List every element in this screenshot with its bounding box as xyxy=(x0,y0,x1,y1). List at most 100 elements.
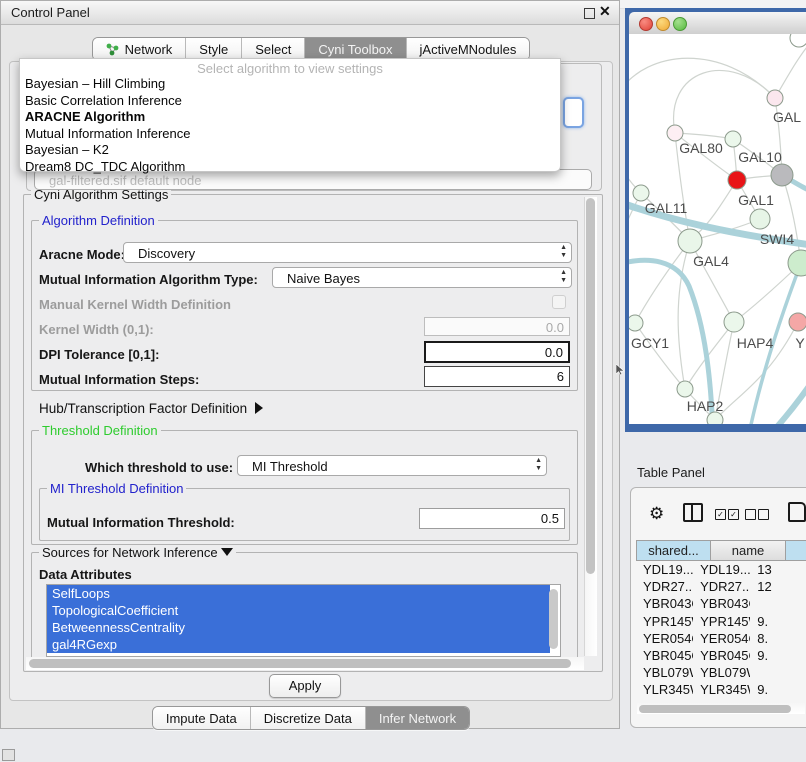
collapsed-panel-icon[interactable] xyxy=(2,749,15,761)
algorithm-combo-focus-fragment[interactable] xyxy=(563,97,584,128)
network-node[interactable] xyxy=(790,34,806,47)
tab-jactivemnodules[interactable]: jActiveMNodules xyxy=(407,38,530,60)
mi-threshold-field[interactable]: 0.5 xyxy=(419,508,565,529)
mi-type-combo[interactable]: Naive Bayes ▲▼ xyxy=(272,267,572,288)
network-edge xyxy=(674,70,775,133)
column-header-a[interactable]: A xyxy=(786,540,806,561)
algorithm-option[interactable]: ARACNE Algorithm xyxy=(20,109,560,126)
network-edge xyxy=(635,323,685,389)
tab-label: Select xyxy=(255,42,291,57)
tab-impute-data[interactable]: Impute Data xyxy=(153,707,251,729)
cyni-mode-tabs: Impute DataDiscretize DataInfer Network xyxy=(152,706,470,730)
close-traffic-light-icon[interactable] xyxy=(639,17,653,31)
network-node-gal10[interactable] xyxy=(725,131,741,147)
algorithm-option[interactable]: Dream8 DC_TDC Algorithm xyxy=(20,159,560,176)
table-horizontal-scrollbar[interactable] xyxy=(637,703,805,714)
table-cell: 9. xyxy=(750,681,806,698)
gear-icon[interactable]: ⚙ xyxy=(649,504,664,524)
which-threshold-combo[interactable]: MI Threshold ▲▼ xyxy=(237,455,547,476)
table-row[interactable]: YLR345WYLR345W9. xyxy=(636,681,806,698)
dpi-tolerance-field[interactable]: 0.0 xyxy=(424,341,570,363)
algorithm-option[interactable]: Bayesian – K2 xyxy=(20,142,560,159)
table-row[interactable]: YBR045CYBR045C9. xyxy=(636,647,806,664)
table-row[interactable]: YBL079WYBL079W xyxy=(636,664,806,681)
bottom-tab-wrap: Impute DataDiscretize DataInfer Network xyxy=(1,706,621,730)
table-cell: YBR045C xyxy=(693,647,750,664)
panel-horizontal-scrollbar[interactable] xyxy=(26,657,584,670)
attribute-item[interactable]: gal4RGexp xyxy=(47,636,550,653)
vertical-scroll-thumb[interactable] xyxy=(586,198,595,574)
network-node-gal1[interactable] xyxy=(728,171,746,189)
network-node[interactable] xyxy=(771,164,793,186)
collapse-down-icon xyxy=(221,548,233,556)
tab-network[interactable]: Network xyxy=(93,38,187,60)
algorithm-option[interactable]: Bayesian – Hill Climbing xyxy=(20,76,560,93)
network-node-y[interactable] xyxy=(789,313,806,331)
network-node-gal80[interactable] xyxy=(667,125,683,141)
table-cell: YBL079W xyxy=(636,664,693,681)
network-node-hap4[interactable] xyxy=(724,312,744,332)
tab-discretize-data[interactable]: Discretize Data xyxy=(251,707,366,729)
zoom-traffic-light-icon[interactable] xyxy=(673,17,687,31)
tab-cyni-toolbox[interactable]: Cyni Toolbox xyxy=(305,38,406,60)
mi-threshold-group-title: MI Threshold Definition xyxy=(47,481,186,496)
network-node-gal[interactable] xyxy=(767,90,783,106)
split-columns-icon[interactable] xyxy=(683,503,703,522)
minimize-traffic-light-icon[interactable] xyxy=(656,17,670,31)
tab-infer-network[interactable]: Infer Network xyxy=(366,707,469,729)
network-window-titlebar[interactable] xyxy=(629,12,806,35)
node-label: HAP2 xyxy=(687,398,724,414)
manual-kernel-label: Manual Kernel Width Definition xyxy=(39,297,231,312)
table-cell: YIL052C xyxy=(693,699,750,703)
float-window-icon[interactable] xyxy=(584,8,595,19)
table-row[interactable]: YPR145WYPR145W9. xyxy=(636,613,806,630)
aracne-mode-combo[interactable]: Discovery ▲▼ xyxy=(123,242,572,263)
mi-steps-field[interactable]: 6 xyxy=(424,366,570,387)
attribute-item[interactable]: BetweennessCentrality xyxy=(47,619,550,636)
hub-definition-toggle[interactable]: Hub/Transcription Factor Definition xyxy=(39,401,263,416)
attribute-item[interactable]: SelfLoops xyxy=(47,585,550,602)
network-node-hap2[interactable] xyxy=(677,381,693,397)
table-row[interactable]: YDL19...YDL19...13 xyxy=(636,561,806,578)
data-attributes-list[interactable]: SelfLoopsTopologicalCoefficientBetweenne… xyxy=(46,584,561,657)
table-header-row: shared...nameA xyxy=(636,540,806,561)
sources-group-title[interactable]: Sources for Network Inference xyxy=(39,545,236,560)
panel-vertical-scrollbar[interactable] xyxy=(584,197,597,656)
tab-label: jActiveMNodules xyxy=(420,42,517,57)
column-header-shared-[interactable]: shared... xyxy=(636,540,711,561)
column-header-name[interactable]: name xyxy=(711,540,786,561)
table-row[interactable]: YER054CYER054C8. xyxy=(636,630,806,647)
attribute-list-scrollbar[interactable] xyxy=(549,589,558,649)
network-node-gal11[interactable] xyxy=(633,185,649,201)
manual-kernel-checkbox[interactable] xyxy=(552,295,566,309)
table-row[interactable]: YBR043CYBR043C xyxy=(636,595,806,612)
table-row[interactable]: YIL052CYIL052C9. xyxy=(636,699,806,703)
table-cell: YIL052C xyxy=(636,699,693,703)
kernel-width-field[interactable]: 0.0 xyxy=(424,317,570,336)
network-node[interactable] xyxy=(707,412,723,424)
table-row[interactable]: YDR27...YDR27...12 xyxy=(636,578,806,595)
horizontal-scroll-thumb[interactable] xyxy=(29,659,571,668)
export-table-icon[interactable] xyxy=(788,502,806,522)
node-label: GAL xyxy=(773,109,801,125)
network-node-swi4[interactable] xyxy=(750,209,770,229)
kernel-width-label: Kernel Width (0,1): xyxy=(39,322,154,337)
apply-button[interactable]: Apply xyxy=(269,674,341,698)
hide-all-columns-icon[interactable] xyxy=(745,506,771,524)
tab-select[interactable]: Select xyxy=(242,38,305,60)
table-cell xyxy=(750,595,806,612)
attribute-item[interactable]: TopologicalCoefficient xyxy=(47,602,550,619)
network-node-gal4[interactable] xyxy=(678,229,702,253)
aracne-mode-value: Discovery xyxy=(138,246,195,261)
tab-style[interactable]: Style xyxy=(186,38,242,60)
algorithm-option[interactable]: Mutual Information Inference xyxy=(20,126,560,143)
table-scroll-thumb[interactable] xyxy=(639,705,791,713)
algorithm-option[interactable]: Basic Correlation Inference xyxy=(20,93,560,110)
algorithm-dropdown-prompt: Select algorithm to view settings xyxy=(20,61,560,76)
network-canvas[interactable]: GALGAL80GAL10GAL1GAL11SWI4GAL4GCY1HAP4YH… xyxy=(629,34,806,424)
show-all-columns-icon[interactable]: ✓✓ xyxy=(715,506,741,524)
close-icon[interactable]: ✕ xyxy=(599,3,611,20)
node-label: GAL10 xyxy=(738,149,782,165)
network-node-gcy1[interactable] xyxy=(629,315,643,331)
control-panel-titlebar: Control Panel ✕ xyxy=(1,1,619,25)
